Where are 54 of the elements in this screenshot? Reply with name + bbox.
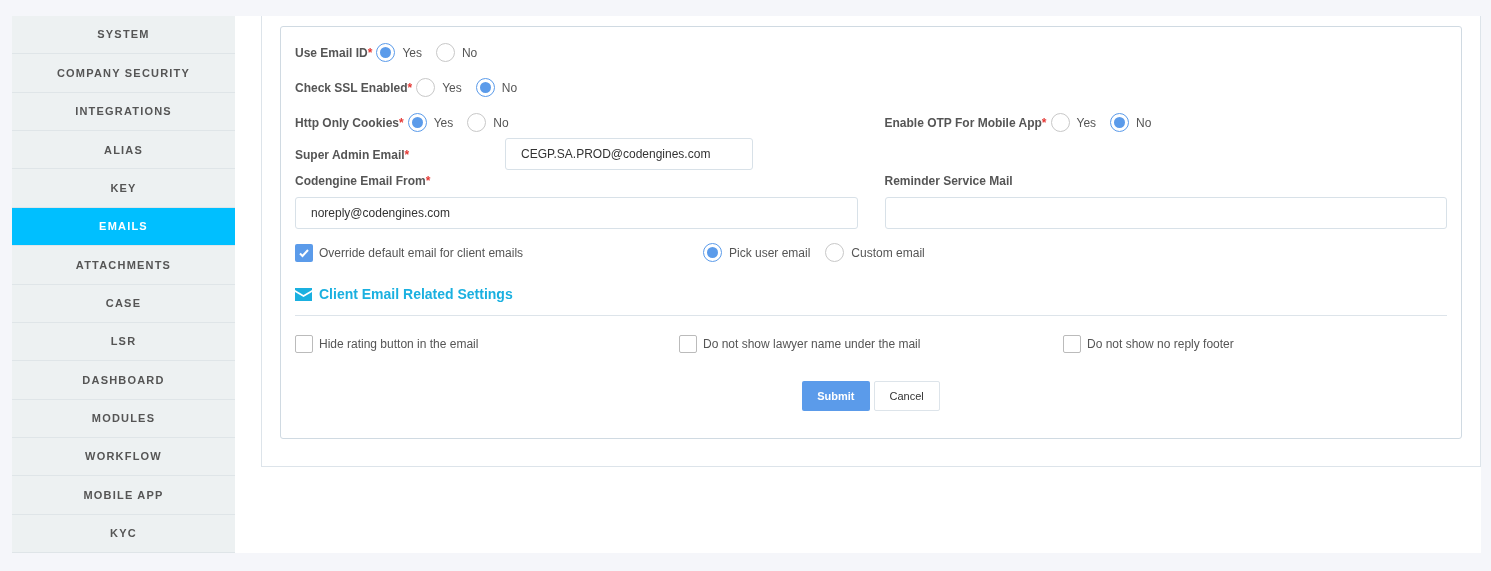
sidebar-item[interactable]: INTEGRATIONS: [12, 92, 235, 132]
field-label: Codengine Email From*: [295, 173, 432, 190]
checkbox-label: Do not show lawyer name under the mail: [703, 336, 921, 353]
checkbox-label: Do not show no reply footer: [1087, 336, 1234, 353]
radio-button[interactable]: [376, 43, 396, 62]
radio-label: Yes: [442, 79, 462, 97]
checkbox[interactable]: [679, 335, 697, 353]
radio-label: Yes: [433, 114, 454, 132]
sidebar-item[interactable]: MOBILE APP: [12, 476, 235, 515]
sidebar-item[interactable]: CASE: [12, 284, 235, 323]
checkbox[interactable]: [295, 335, 313, 353]
envelope-icon: [295, 288, 312, 301]
radio-label: Yes: [1076, 114, 1097, 132]
sidebar-item[interactable]: ATTACHMENTS: [12, 246, 235, 285]
radio-label: Pick user email: [729, 244, 811, 262]
field-label: Check SSL Enabled*: [295, 79, 413, 97]
radio-button[interactable]: [703, 243, 722, 262]
radio-button[interactable]: [475, 78, 495, 97]
sidebar-item[interactable]: SYSTEM: [12, 16, 235, 55]
sidebar-item[interactable]: WORKFLOW: [12, 437, 235, 477]
radio-label: Yes: [402, 44, 422, 62]
radio-button[interactable]: [467, 113, 487, 132]
checkbox[interactable]: [295, 243, 313, 262]
sidebar-item[interactable]: LSR: [12, 322, 235, 362]
radio-label: No: [493, 114, 509, 132]
sidebar-item[interactable]: DASHBOARD: [12, 361, 235, 400]
checkbox-label: Hide rating button in the email: [319, 336, 479, 353]
radio-button[interactable]: [435, 43, 455, 62]
radio-button[interactable]: [825, 243, 845, 262]
checkbox[interactable]: [1063, 335, 1081, 353]
radio-button[interactable]: [416, 78, 436, 97]
field-label: Super Admin Email*: [295, 148, 410, 162]
radio-button[interactable]: [1110, 113, 1130, 132]
field-label: Enable OTP For Mobile App*: [884, 114, 1047, 132]
field-label: Use Email ID*: [295, 44, 373, 62]
radio-label: Custom email: [851, 244, 925, 262]
radio-label: No: [1136, 114, 1152, 132]
radio-button[interactable]: [1050, 113, 1070, 132]
field-label: Http Only Cookies*: [295, 114, 404, 132]
radio-button[interactable]: [407, 113, 427, 132]
sidebar-item[interactable]: ALIAS: [12, 131, 235, 170]
section-title: Client Email Related Settings: [319, 285, 513, 304]
radio-label: No: [461, 44, 478, 62]
field-label: Reminder Service Mail: [884, 173, 1014, 190]
sidebar-item[interactable]: MODULES: [12, 399, 235, 438]
text-field[interactable]: [884, 197, 1447, 229]
text-field[interactable]: CEGP.SA.PROD@codengines.com: [505, 138, 753, 170]
sidebar-item[interactable]: KEY: [12, 169, 235, 208]
checkbox-label: Override default email for client emails: [319, 244, 524, 262]
sidebar-item[interactable]: COMPANY SECURITY: [12, 54, 235, 93]
sidebar-item[interactable]: KYC: [12, 514, 235, 554]
cancel-button[interactable]: Cancel: [873, 381, 940, 411]
text-field[interactable]: noreply@codengines.com: [295, 197, 858, 229]
radio-label: No: [501, 79, 518, 97]
